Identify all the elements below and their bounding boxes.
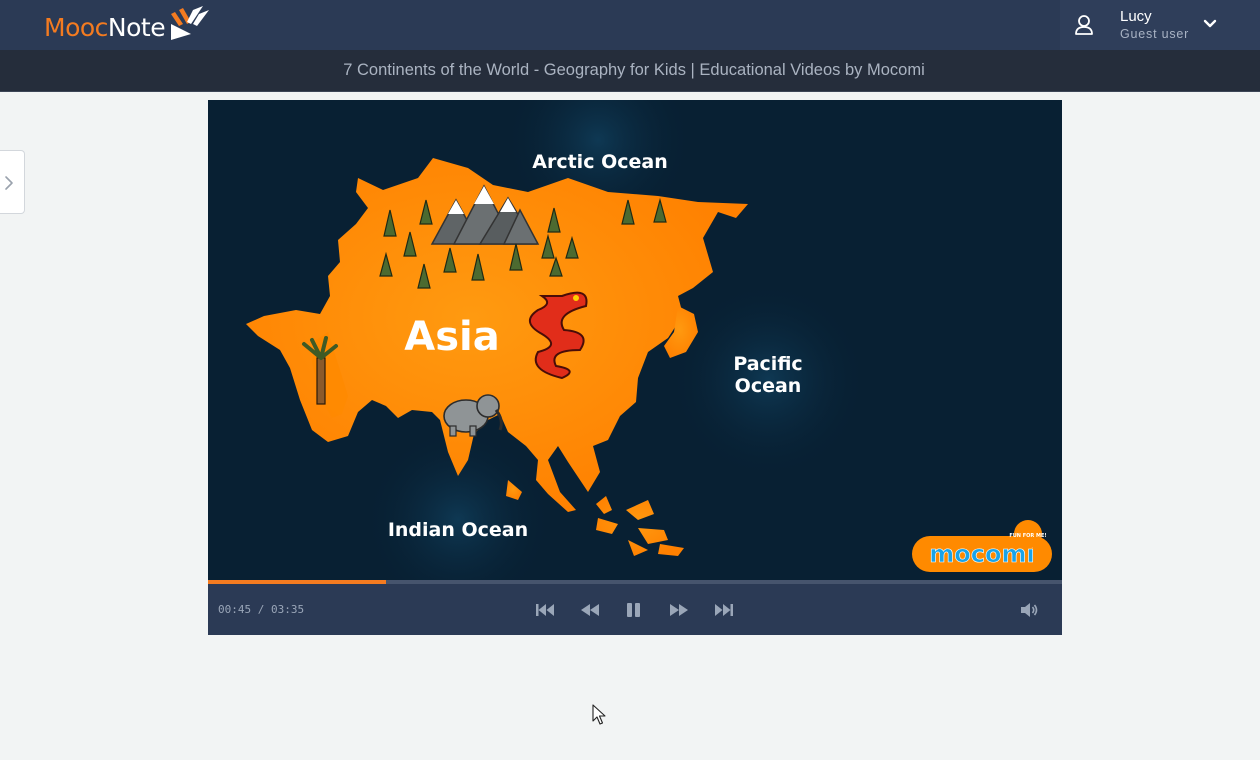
top-navbar: MoocNote Lucy Guest user [0, 0, 1260, 50]
video-frame-art: Asia Arctic Ocean Pacific Ocean Indian O… [208, 100, 1062, 580]
video-title: 7 Continents of the World - Geography fo… [343, 61, 925, 79]
sidebar-toggle[interactable] [0, 150, 25, 214]
title-bar: 7 Continents of the World - Geography fo… [0, 50, 1260, 92]
svg-text:FUN FOR ME!: FUN FOR ME! [1009, 533, 1046, 539]
video-player[interactable]: Asia Arctic Ocean Pacific Ocean Indian O… [208, 100, 1062, 635]
user-menu[interactable]: Lucy Guest user [1060, 0, 1260, 50]
mouse-cursor-icon [592, 704, 606, 725]
user-name: Lucy [1120, 8, 1152, 25]
time-display: 00:45 / 03:35 [218, 603, 305, 616]
volume-icon [1021, 603, 1038, 617]
pacific-ocean-label-line2: Ocean [735, 375, 802, 397]
logo-text: MoocNote [44, 12, 166, 42]
user-role: Guest user [1120, 27, 1190, 41]
skip-forward-icon [715, 604, 733, 616]
pacific-ocean-label-line1: Pacific [733, 353, 802, 375]
user-icon [1075, 15, 1093, 35]
pause-icon [627, 603, 640, 617]
chevron-down-icon[interactable] [1202, 17, 1218, 31]
rewind-icon [581, 604, 599, 616]
video-frame[interactable]: Asia Arctic Ocean Pacific Ocean Indian O… [208, 100, 1062, 580]
chevron-right-icon [5, 176, 13, 190]
skip-back-icon [536, 604, 554, 616]
rewind-button[interactable] [579, 600, 601, 620]
volume-button[interactable] [1018, 600, 1040, 620]
pause-button[interactable] [623, 600, 645, 620]
mooc-note-logo[interactable]: MoocNote [44, 6, 210, 46]
logo-mark-icon [171, 6, 210, 40]
arctic-ocean-label: Arctic Ocean [532, 151, 667, 173]
fast-forward-icon [670, 604, 688, 616]
skip-forward-button[interactable] [713, 600, 735, 620]
continent-label: Asia [404, 314, 499, 360]
indian-ocean-label: Indian Ocean [388, 519, 528, 541]
player-controls: 00:45 / 03:35 [208, 584, 1062, 635]
skip-back-button[interactable] [534, 600, 556, 620]
fast-forward-button[interactable] [668, 600, 690, 620]
